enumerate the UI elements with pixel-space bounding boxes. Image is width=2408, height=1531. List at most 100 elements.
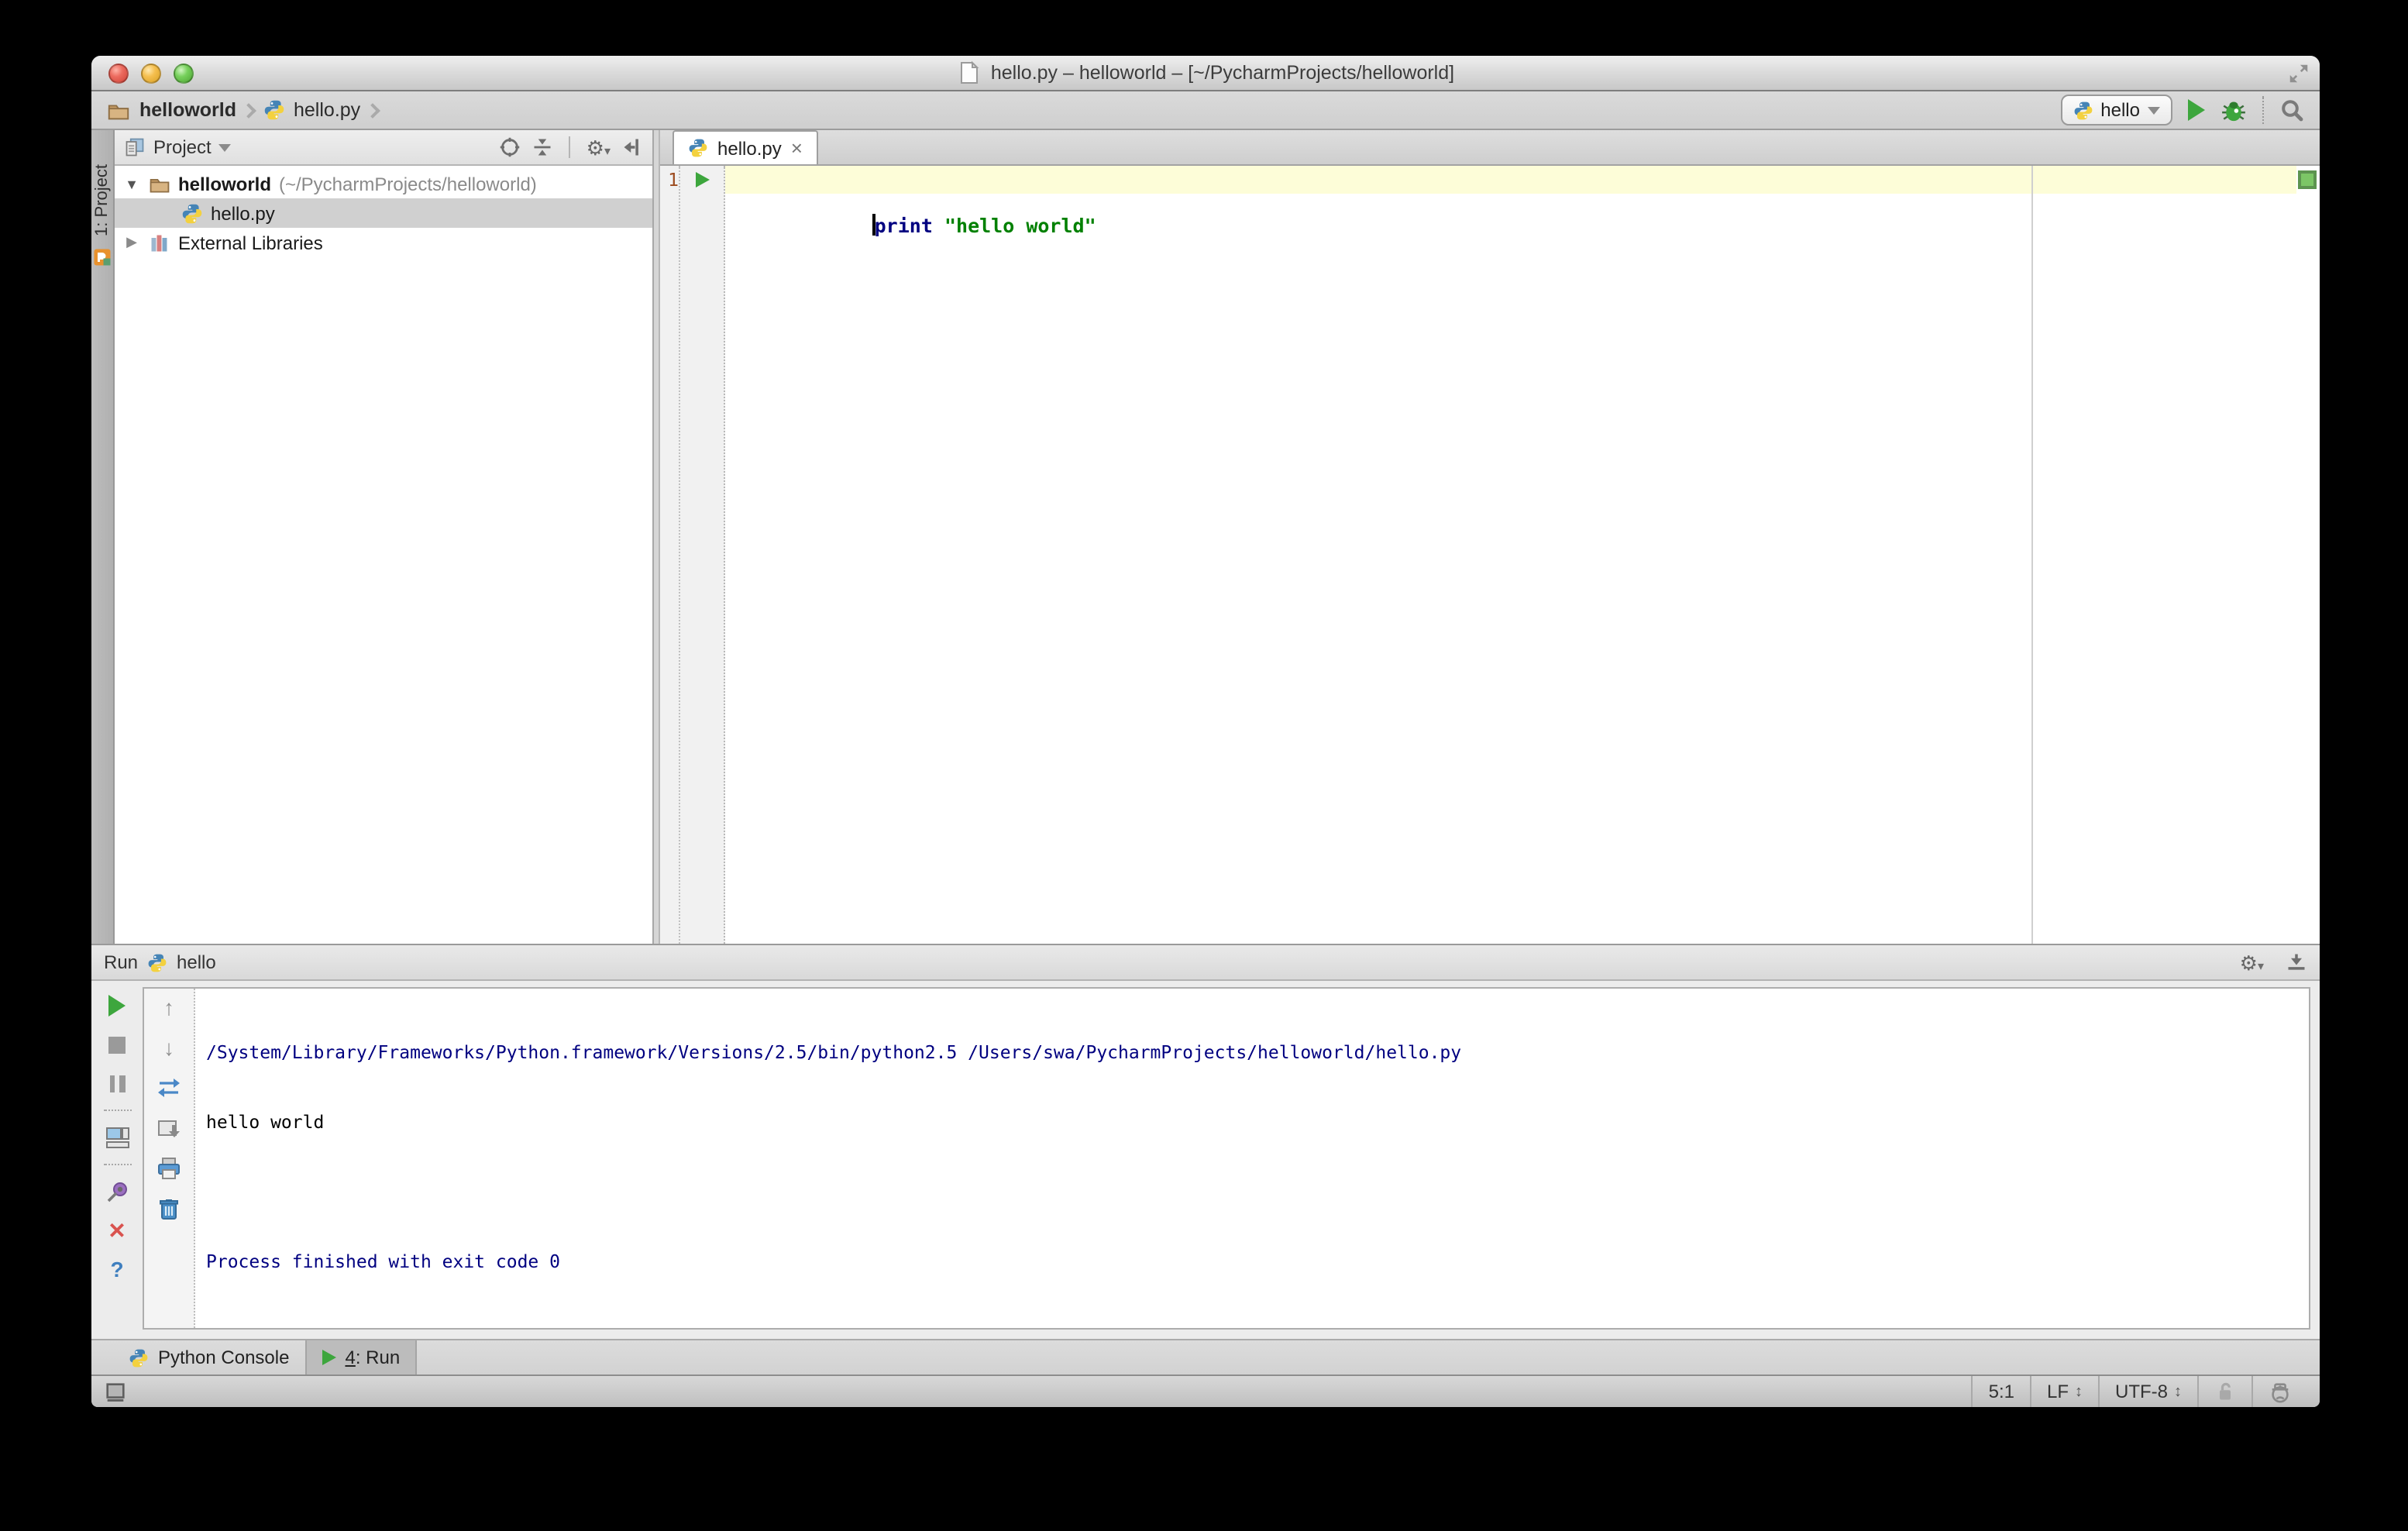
code-area[interactable]: print "hello world" [725,166,2296,944]
run-toolbar: ✕ ? [91,987,143,1330]
editor-area: hello.py × 1 print "hello world" [660,130,2320,944]
run-toolwindow: Run hello ⚙▾ ✕ ? ↑ ↓ /System/Library/Fra… [91,944,2320,1339]
tab-label: hello.py [717,137,782,159]
zoom-window-button[interactable] [174,64,194,84]
folder-icon [107,98,130,122]
tree-row-project-root[interactable]: ▼ helloworld (~/PycharmProjects/hellowor… [115,169,652,198]
rerun-button[interactable] [105,993,129,1018]
breadcrumb-file-label: hello.py [294,99,361,121]
panel-splitter[interactable] [654,130,660,944]
project-tree: ▼ helloworld (~/PycharmProjects/hellowor… [115,166,652,944]
chevron-down-icon[interactable] [218,143,232,151]
project-toolwindow: Project ⚙▾ ▼ helloworld (~/PycharmProjec… [115,130,654,944]
line-separator-widget[interactable]: LF ↕ [2029,1376,2098,1407]
chevron-right-icon [240,102,256,118]
tab-hello-py[interactable]: hello.py × [673,130,818,164]
tree-project-name: helloworld [178,173,271,194]
hide-panel-icon[interactable] [2286,951,2307,973]
toolwindow-toggle-icon[interactable] [104,1380,127,1403]
close-window-button[interactable] [108,64,129,84]
run-panel-header: Run hello ⚙▾ [91,945,2320,981]
up-stacktrace-button[interactable]: ↑ [157,995,181,1020]
python-icon [2073,100,2093,120]
collapse-all-icon[interactable] [532,136,554,158]
help-button[interactable]: ? [105,1257,129,1282]
python-file-icon [688,138,708,158]
run-toolwindow-button[interactable]: 4: Run [304,1340,418,1374]
fullscreen-icon[interactable] [2287,62,2310,85]
separator [2262,96,2264,124]
soft-wrap-button[interactable] [157,1075,181,1100]
hide-panel-icon[interactable] [621,136,643,158]
scroll-to-source-icon[interactable] [500,136,521,158]
left-toolwindow-stripe: 1: Project [91,130,115,944]
run-icon [322,1350,336,1365]
spinner-icon: ↕ [2174,1383,2182,1400]
folder-icon [149,173,170,194]
scroll-to-end-button[interactable] [157,1116,181,1141]
python-file-icon [263,99,284,121]
console-output[interactable]: /System/Library/Frameworks/Python.framew… [195,989,2309,1328]
tree-row-hello-py[interactable]: hello.py [115,198,652,228]
run-line-icon[interactable] [695,172,709,188]
python-icon [147,952,167,972]
line-number: 1 [660,166,680,944]
desktop: hello.py – helloworld – [~/PycharmProjec… [0,0,2408,1531]
separator [103,1164,131,1165]
console-line: Process finished with exit code 0 [206,1251,560,1272]
status-bar: 5:1 LF ↕ UTF-8 ↕ [91,1374,2320,1407]
tree-libraries-label: External Libraries [178,232,323,253]
readonly-lock-widget[interactable] [2197,1376,2251,1407]
console-line: /System/Library/Frameworks/Python.framew… [206,1041,1462,1063]
traffic-lights [108,64,194,84]
print-button[interactable] [157,1156,181,1181]
restore-layout-button[interactable] [105,1125,129,1150]
collapsed-arrow-icon[interactable]: ▶ [122,234,141,251]
stop-button[interactable] [105,1032,129,1057]
code-string: "hello world" [944,214,1096,237]
breadcrumb-project-label: helloworld [139,99,236,121]
separator [569,136,571,158]
title-bar[interactable]: hello.py – helloworld – [~/PycharmProjec… [91,56,2320,91]
project-view-icon [124,136,146,158]
inspection-status-icon[interactable] [2298,170,2317,189]
clear-console-button[interactable] [157,1196,181,1221]
tree-project-path: (~/PycharmProjects/helloworld) [279,173,537,194]
caret-position-widget[interactable]: 5:1 [1971,1376,2030,1407]
python-console-button[interactable]: Python Console [113,1340,304,1374]
search-everywhere-icon[interactable] [2279,98,2304,122]
debug-button[interactable] [2221,97,2247,123]
highlighting-level-widget[interactable] [2251,1376,2307,1407]
pycharm-window: hello.py – helloworld – [~/PycharmProjec… [91,56,2320,1407]
code-keyword: print [874,214,933,237]
down-stacktrace-button[interactable]: ↓ [157,1035,181,1060]
pause-output-button[interactable] [105,1071,129,1096]
project-view-selector[interactable]: Project [153,136,212,158]
close-tab-icon[interactable]: × [791,138,803,158]
expand-arrow-icon[interactable]: ▼ [122,176,141,191]
minimize-window-button[interactable] [141,64,161,84]
pycharm-icon [93,249,112,267]
run-configuration-selector[interactable]: hello [2060,95,2172,126]
pin-tab-button[interactable] [105,1179,129,1204]
bottom-toolwindow-bar: Python Console 4: Run [91,1339,2320,1374]
tree-file-name: hello.py [211,202,275,224]
libraries-icon [149,232,170,253]
python-file-icon [181,202,203,224]
python-console-icon [129,1347,149,1368]
inspection-bar [2296,166,2320,944]
settings-gear-icon[interactable]: ⚙▾ [2240,952,2264,972]
tree-row-external-libraries[interactable]: ▶ External Libraries [115,228,652,257]
console-toolbar: ↑ ↓ [144,989,195,1328]
breadcrumb-project[interactable]: helloworld [107,98,236,122]
project-stripe-button[interactable]: 1: Project [93,164,112,236]
navigation-bar: helloworld hello.py hello [91,91,2320,130]
editor-body[interactable]: 1 print "hello world" [660,166,2320,944]
editor-tab-strip: hello.py × [660,130,2320,166]
encoding-widget[interactable]: UTF-8 ↕ [2098,1376,2197,1407]
breadcrumb-file[interactable]: hello.py [263,99,360,121]
run-button[interactable] [2188,99,2205,121]
settings-gear-icon[interactable]: ⚙▾ [587,137,611,157]
run-configuration-name: hello [2100,99,2140,121]
close-button[interactable]: ✕ [105,1217,129,1243]
